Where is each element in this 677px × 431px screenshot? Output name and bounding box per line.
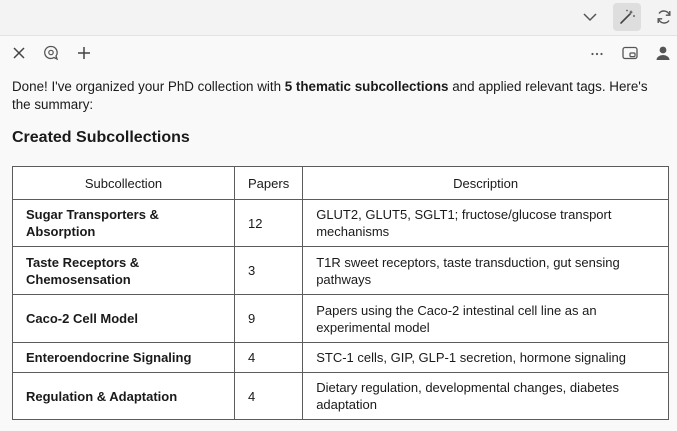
row-description: Papers using the Caco-2 intestinal cell …: [302, 294, 669, 343]
intro-bold: 5 thematic subcollections: [284, 79, 449, 94]
more-icon[interactable]: [584, 40, 610, 66]
row-description: STC-1 cells, GIP, GLP-1 secretion, hormo…: [302, 342, 669, 373]
intro-text: Done! I've organized your PhD collection…: [12, 78, 664, 114]
picture-in-picture-icon[interactable]: [617, 40, 643, 66]
table-header-row: Subcollection Papers Description: [12, 166, 669, 200]
table-row: Taste Receptors & Chemosensation 3 T1R s…: [12, 246, 669, 295]
subcollections-table: Subcollection Papers Description Sugar T…: [12, 166, 669, 420]
row-subcollection: Regulation & Adaptation: [12, 372, 235, 420]
table-row: Caco-2 Cell Model 9 Papers using the Cac…: [12, 294, 669, 343]
row-description: Dietary regulation, developmental change…: [302, 372, 669, 420]
row-subcollection: Caco-2 Cell Model: [12, 294, 235, 343]
refresh-icon[interactable]: [650, 3, 677, 31]
plus-icon[interactable]: [71, 40, 97, 66]
section-heading: Created Subcollections: [12, 129, 190, 146]
row-papers: 12: [233, 199, 304, 247]
row-description: GLUT2, GLUT5, SGLT1; fructose/glucose tr…: [302, 199, 669, 247]
header-subcollection: Subcollection: [12, 166, 235, 200]
header-description: Description: [302, 166, 669, 200]
header-papers: Papers: [233, 166, 304, 200]
chevron-down-icon[interactable]: [576, 3, 604, 31]
table-row: Sugar Transporters & Absorption 12 GLUT2…: [12, 199, 669, 247]
row-papers: 4: [233, 372, 304, 420]
row-subcollection: Sugar Transporters & Absorption: [12, 199, 235, 247]
top-bar: [0, 0, 677, 36]
intro-prefix: Done! I've organized your PhD collection…: [12, 79, 285, 94]
row-papers: 9: [233, 294, 304, 343]
row-subcollection: Taste Receptors & Chemosensation: [12, 246, 235, 295]
row-subcollection: Enteroendocrine Signaling: [12, 342, 235, 373]
close-icon[interactable]: [6, 40, 32, 66]
row-papers: 3: [233, 246, 304, 295]
table-row: Regulation & Adaptation 4 Dietary regula…: [12, 372, 669, 420]
row-papers: 4: [233, 342, 304, 373]
magic-wand-icon[interactable]: [613, 3, 641, 31]
chat-search-icon[interactable]: [38, 40, 64, 66]
row-description: T1R sweet receptors, taste transduction,…: [302, 246, 669, 295]
user-icon[interactable]: [650, 40, 676, 66]
table-row: Enteroendocrine Signaling 4 STC-1 cells,…: [12, 342, 669, 373]
chat-toolbar: [0, 36, 677, 70]
assistant-message: Done! I've organized your PhD collection…: [12, 78, 664, 148]
